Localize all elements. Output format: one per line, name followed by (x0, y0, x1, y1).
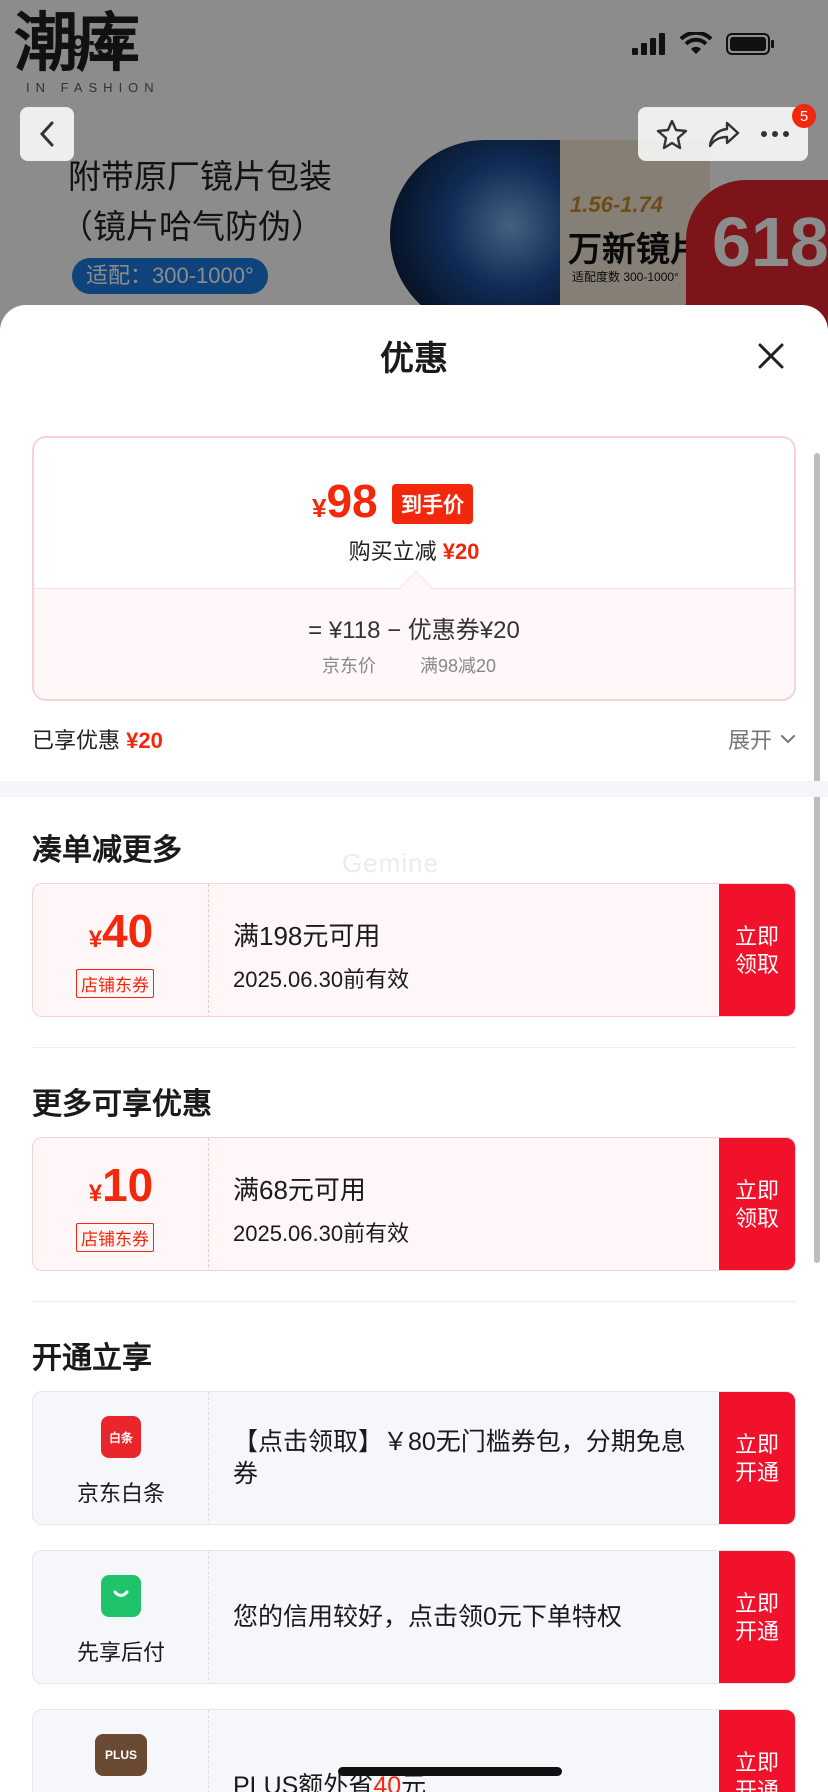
formula-coupon: 优惠券¥20 (407, 617, 520, 644)
back-button[interactable] (20, 107, 74, 161)
divider (32, 1047, 796, 1048)
section-title-bundle: 凑单减更多 (32, 834, 182, 867)
service-description: 【点击领取】￥80无门槛券包，分期免息券 (233, 1428, 686, 1488)
expand-label: 展开 (727, 728, 772, 753)
formula-coupon-label: 满98减20 (420, 656, 497, 676)
smile-bag-icon (113, 1590, 129, 1597)
status-icons (632, 32, 776, 56)
sheet-title: 优惠 (380, 340, 448, 378)
coupon-amount: ¥10 (33, 1158, 209, 1212)
more-icon[interactable] (760, 130, 790, 138)
service-description: 您的信用较好，点击领0元下单特权 (233, 1603, 622, 1631)
service-left: 白条 京东白条 (33, 1392, 209, 1524)
formula-equals: = (308, 617, 323, 644)
reduce-label: 购买立减 (348, 539, 437, 564)
activate-button-line1: 立即 (734, 1750, 779, 1775)
service-left: 先享后付 (33, 1551, 209, 1683)
section-title-open: 开通立享 (32, 1342, 152, 1375)
reduce-line: 购买立减 ¥20 (34, 534, 794, 566)
signal-icon (632, 33, 665, 55)
coupon-value: 40 (102, 905, 154, 957)
formula-price-label: 京东价 (322, 656, 376, 676)
final-price: ¥98 (312, 474, 378, 528)
coupon-condition: 满198元可用 (233, 921, 381, 951)
activate-button-line2: 开通 (734, 1460, 779, 1485)
final-price-card: ¥98 到手价 购买立减 ¥20 = ¥118 − 优惠券¥20 京东价 满98… (32, 436, 796, 701)
home-indicator[interactable] (338, 1767, 562, 1776)
shopping-bag-icon (101, 1575, 141, 1617)
discount-sheet: 优惠 ¥98 到手价 购买立减 ¥20 = ¥118 − 优惠券¥20 京东价 … (0, 305, 828, 1792)
claim-button-line1: 立即 (734, 1178, 779, 1203)
claim-coupon-button[interactable]: 立即 领取 (719, 884, 795, 1016)
service-left: PLUS (33, 1710, 209, 1792)
activate-button[interactable]: 立即 开通 (719, 1551, 795, 1683)
coupon-condition: 满68元可用 (233, 1175, 366, 1205)
claim-button-line2: 领取 (734, 1206, 779, 1231)
service-name: 先享后付 (76, 1640, 165, 1665)
service-card-baitiao: 白条 京东白条 【点击领取】￥80无门槛券包，分期免息券 立即开通 (32, 1391, 796, 1525)
coupon-amount: ¥40 (33, 904, 209, 958)
activate-button-line2: 开通 (734, 1619, 779, 1644)
coupon-value: 10 (102, 1159, 154, 1211)
coupon-currency: ¥ (88, 926, 103, 953)
plus-icon: PLUS (95, 1734, 147, 1776)
enjoyed-label: 已享优惠 (32, 728, 121, 753)
status-time: 9:37 (70, 30, 131, 63)
battery-icon (726, 33, 774, 55)
service-card-plus: PLUS PLUS额外省40元 立即 开通 (32, 1709, 796, 1792)
coupon-card: ¥40 店铺东券 满198元可用 2025.06.30前有效 立即领取 (32, 883, 796, 1017)
claim-coupon-button[interactable]: 立即 领取 (719, 1138, 795, 1270)
enjoyed-discount: 已享优惠 ¥20 (32, 723, 163, 755)
formula-price: ¥118 (328, 617, 381, 644)
watermark-subtitle: IN FASHION (26, 80, 160, 95)
expand-button[interactable]: 展开 (728, 723, 796, 755)
baitiao-icon: 白条 (101, 1416, 141, 1458)
wifi-icon (680, 32, 712, 54)
service-name: 京东白条 (76, 1481, 165, 1506)
chevron-left-icon (39, 121, 54, 147)
coupon-expiry: 2025.06.30前有效 (233, 1221, 410, 1246)
reduce-amount: ¥20 (442, 539, 480, 564)
baitiao-icon-text: 白条 (108, 1430, 133, 1445)
claim-button-line2: 领取 (734, 952, 779, 977)
service-card-xianxiang: 先享后付 您的信用较好，点击领0元下单特权 立即开通 (32, 1550, 796, 1684)
close-icon[interactable] (754, 339, 788, 373)
scrollbar[interactable] (814, 453, 820, 1263)
divider (32, 1301, 796, 1302)
claim-button-line1: 立即 (734, 924, 779, 949)
share-icon[interactable] (707, 119, 741, 149)
enjoyed-amount: ¥20 (126, 728, 163, 753)
faint-watermark: Gemine (342, 848, 440, 878)
activate-button[interactable]: 立即 开通 (719, 1710, 795, 1792)
message-badge: 5 (792, 104, 816, 128)
activate-button-line1: 立即 (734, 1591, 779, 1616)
activate-button-line1: 立即 (734, 1432, 779, 1457)
coupon-type-badge: 店铺东券 (76, 969, 154, 998)
activate-button[interactable]: 立即 开通 (719, 1392, 795, 1524)
coupon-currency: ¥ (88, 1180, 103, 1207)
coupon-expiry: 2025.06.30前有效 (233, 967, 410, 992)
coupon-left: ¥40 店铺东券 (33, 884, 209, 1016)
nav-tools (638, 107, 808, 161)
star-icon[interactable] (656, 118, 688, 150)
coupon-left: ¥10 店铺东券 (33, 1138, 209, 1270)
coupon-type-badge: 店铺东券 (76, 1223, 154, 1252)
chevron-down-icon (781, 735, 795, 744)
plus-icon-text: PLUS (104, 1748, 137, 1762)
final-price-value: 98 (326, 475, 378, 527)
price-formula: = ¥118 − 优惠券¥20 (34, 610, 794, 645)
coupon-card: ¥10 店铺东券 满68元可用 2025.06.30前有效 立即领取 (32, 1137, 796, 1271)
final-price-currency: ¥ (312, 493, 327, 523)
formula-minus: − (387, 617, 402, 644)
final-price-tag: 到手价 (392, 484, 473, 524)
activate-button-line2: 开通 (734, 1778, 779, 1792)
section-title-more: 更多可享优惠 (32, 1088, 212, 1121)
section-divider (0, 781, 828, 797)
